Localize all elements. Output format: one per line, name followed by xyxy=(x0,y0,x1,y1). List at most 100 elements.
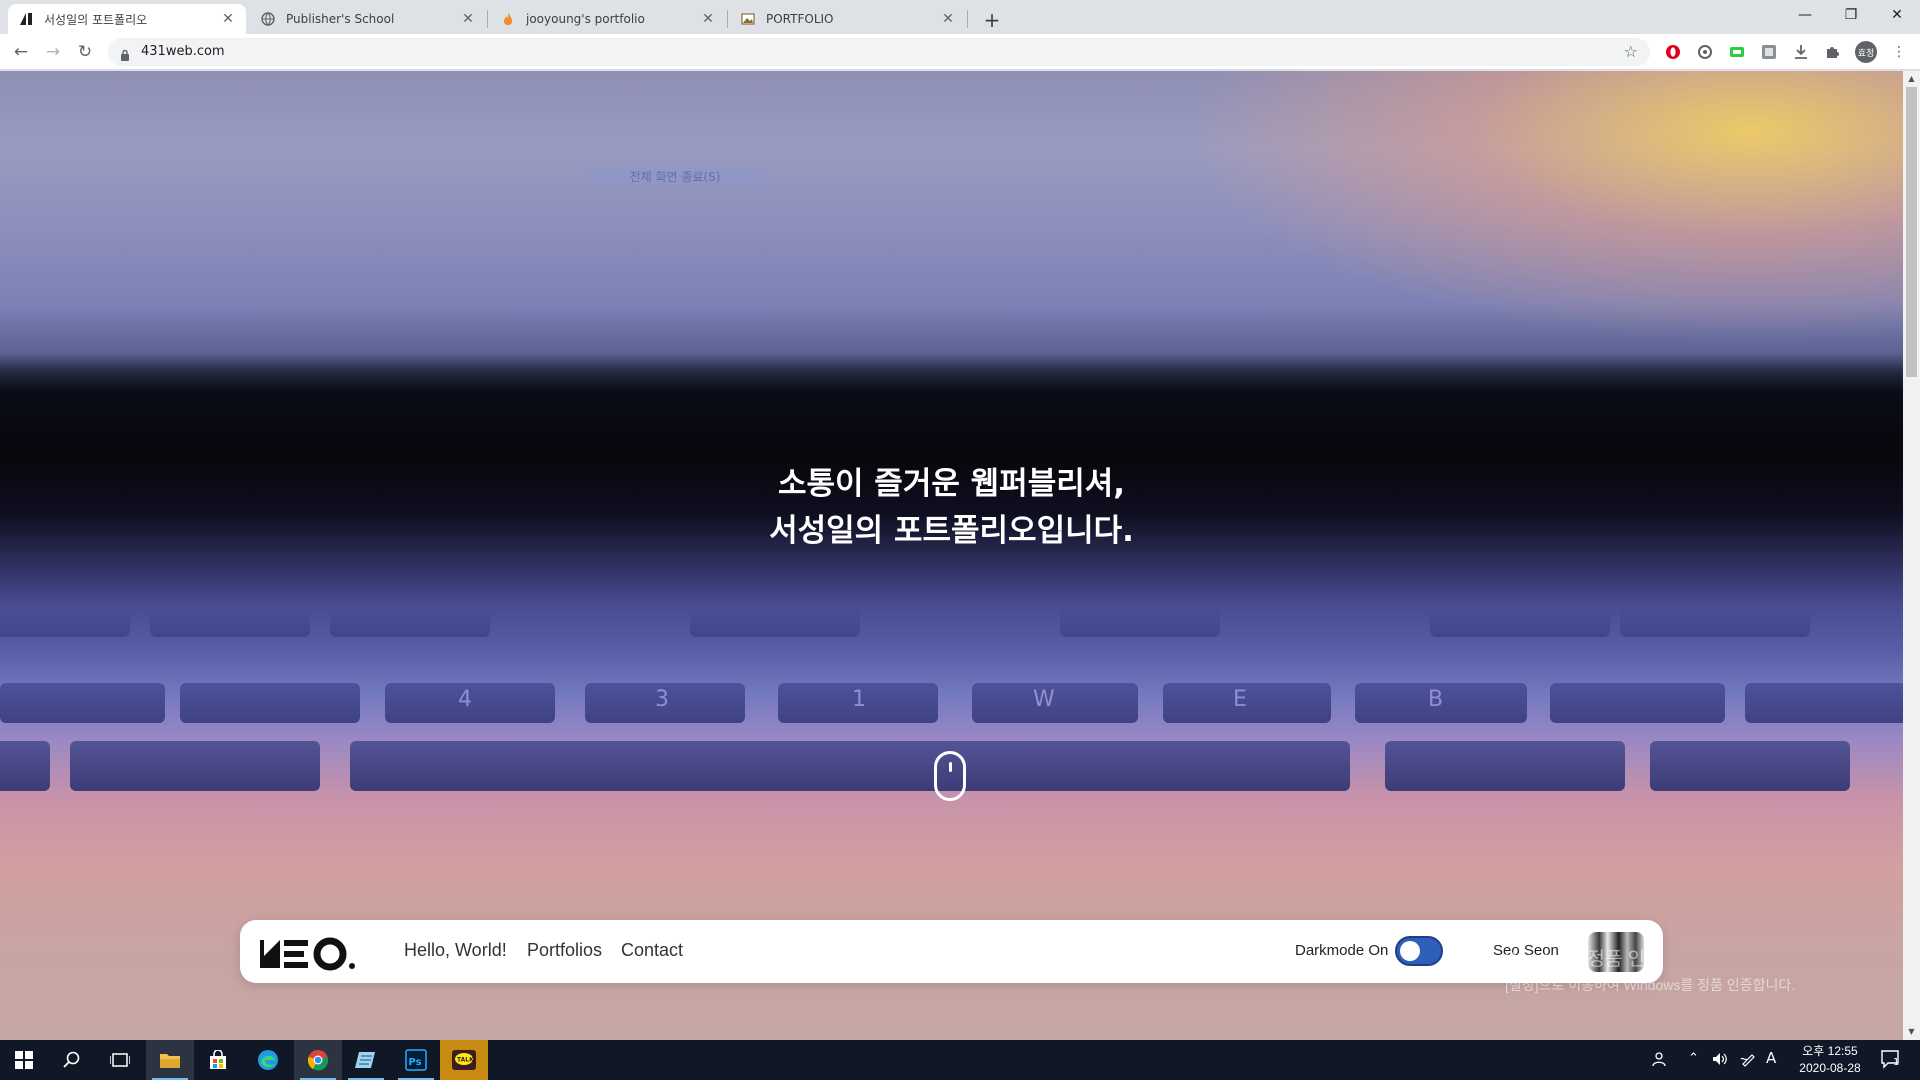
start-icon[interactable] xyxy=(0,1040,48,1080)
screenshot-extension-icon[interactable] xyxy=(1759,42,1779,62)
close-window-button[interactable]: ✕ xyxy=(1874,0,1920,30)
fullscreen-exit-hint: 전체 화면 종료(S) xyxy=(585,167,765,187)
people-icon[interactable] xyxy=(1652,1051,1668,1071)
address-bar[interactable]: 431web.com ☆ xyxy=(108,38,1650,66)
store-icon[interactable] xyxy=(194,1040,242,1080)
download-icon[interactable] xyxy=(1791,42,1811,62)
keyboard-key xyxy=(1650,741,1850,791)
search-icon[interactable] xyxy=(48,1040,96,1080)
keyboard-key xyxy=(0,609,130,637)
hero-headline: 소통이 즐거운 웹퍼블리셔, 서성일의 포트폴리오입니다. xyxy=(0,461,1903,555)
page-scrollbar[interactable]: ▲ ▼ xyxy=(1903,71,1920,1040)
forward-button[interactable]: → xyxy=(39,38,67,66)
clock[interactable]: 오후 12:55 2020-08-28 xyxy=(1785,1043,1875,1077)
file-explorer-icon[interactable] xyxy=(146,1040,194,1080)
opera-extension-icon[interactable] xyxy=(1663,42,1683,62)
restore-button[interactable]: ❐ xyxy=(1828,0,1874,30)
globe-icon xyxy=(260,11,276,27)
url-text: 431web.com xyxy=(141,44,225,59)
nav-link-contact[interactable]: Contact xyxy=(621,940,683,961)
lock-icon xyxy=(120,46,130,61)
flame-icon xyxy=(500,11,516,27)
svg-text:TALK: TALK xyxy=(457,1057,474,1064)
tab-title: Publisher's School xyxy=(286,12,395,26)
profile-avatar[interactable]: 효정 xyxy=(1855,41,1877,63)
close-icon[interactable]: ✕ xyxy=(940,11,956,27)
nav-link-portfolios[interactable]: Portfolios xyxy=(527,940,602,961)
keyboard-key xyxy=(330,609,490,637)
keyboard-key xyxy=(1385,741,1625,791)
watermark-title: Windows 정품 인증 xyxy=(1505,949,1663,970)
key-label: E xyxy=(1233,687,1247,712)
keyboard-key xyxy=(180,683,360,723)
tab-title: 서성일의 포트폴리오 xyxy=(44,12,148,27)
browser-toolbar: ← → ↻ 431web.com ☆ xyxy=(0,34,1920,70)
keyboard-key xyxy=(70,741,320,791)
chevron-up-icon[interactable]: ⌃ xyxy=(1688,1051,1699,1066)
darkmode-label: Darkmode On xyxy=(1295,942,1389,959)
key-label: 3 xyxy=(655,687,669,712)
seo-logo-icon[interactable] xyxy=(258,934,358,972)
extensions-puzzle-icon[interactable] xyxy=(1823,42,1843,62)
keyboard-key xyxy=(1620,609,1810,637)
tab-divider xyxy=(727,10,728,28)
notification-count-badge: 1 xyxy=(1893,1057,1900,1068)
nav-link-hello-world[interactable]: Hello, World! xyxy=(404,940,507,961)
tab-logo-icon xyxy=(18,11,34,27)
keyboard-key xyxy=(1060,609,1220,637)
tab-portfolio-seo[interactable]: 서성일의 포트폴리오 ✕ xyxy=(8,4,246,34)
close-icon[interactable]: ✕ xyxy=(460,11,476,27)
pen-ink-icon[interactable] xyxy=(1740,1051,1756,1071)
toggle-knob xyxy=(1400,941,1420,961)
edge-icon[interactable] xyxy=(244,1040,292,1080)
keyboard-key xyxy=(0,683,165,723)
input-language-indicator[interactable]: A xyxy=(1766,1049,1776,1067)
extension-puzzle-gear-icon[interactable] xyxy=(1695,42,1715,62)
tab-jooyoung-portfolio[interactable]: jooyoung's portfolio ✕ xyxy=(490,4,726,34)
keyboard-key xyxy=(0,741,50,791)
new-tab-button[interactable]: + xyxy=(978,6,1006,34)
kakaotalk-icon[interactable]: TALK xyxy=(440,1040,488,1080)
close-icon[interactable]: ✕ xyxy=(700,11,716,27)
svg-text:Ps: Ps xyxy=(409,1057,422,1068)
scroll-mouse-icon[interactable] xyxy=(934,751,966,801)
windows-taskbar: Ps TALK ⌃ A 오후 12:55 2020-08-28 1 xyxy=(0,1040,1920,1080)
scroll-down-arrow-icon[interactable]: ▼ xyxy=(1903,1024,1920,1040)
mouse-wheel xyxy=(949,762,952,772)
menu-kebab-icon[interactable]: ⋮ xyxy=(1889,42,1909,62)
windows-activation-watermark: Windows 정품 인증 [설정]으로 이동하여 Windows를 정품 인증… xyxy=(1505,944,1795,995)
scroll-up-arrow-icon[interactable]: ▲ xyxy=(1903,71,1920,87)
tab-divider xyxy=(487,10,488,28)
volume-icon[interactable] xyxy=(1712,1051,1728,1071)
page-hero-background: 전체 화면 종료(S) 4 3 1 W E B 소통이 즐거운 웹퍼블리셔, 서… xyxy=(0,71,1903,1040)
clock-time: 오후 12:55 xyxy=(1802,1044,1858,1058)
keyboard-key xyxy=(1430,609,1610,637)
key-label: B xyxy=(1428,687,1444,712)
keyboard-spacebar xyxy=(350,741,1350,791)
chrome-icon[interactable] xyxy=(294,1040,342,1080)
reload-button[interactable]: ↻ xyxy=(71,38,99,66)
photoshop-icon[interactable]: Ps xyxy=(392,1040,440,1080)
watermark-subtitle: [설정]으로 이동하여 Windows를 정품 인증합니다. xyxy=(1505,977,1796,993)
site-nav-bar: Hello, World! Portfolios Contact Darkmod… xyxy=(240,920,1663,983)
scrollbar-thumb[interactable] xyxy=(1906,87,1917,377)
keyboard-key-w xyxy=(972,683,1138,723)
darkmode-toggle[interactable] xyxy=(1395,936,1443,966)
notepad-icon[interactable] xyxy=(342,1040,390,1080)
clock-date: 2020-08-28 xyxy=(1799,1061,1861,1075)
tab-publishers-school[interactable]: Publisher's School ✕ xyxy=(250,4,486,34)
close-icon[interactable]: ✕ xyxy=(220,11,236,27)
task-view-icon[interactable] xyxy=(96,1040,144,1080)
tab-title: PORTFOLIO xyxy=(766,12,834,26)
tab-portfolio[interactable]: PORTFOLIO ✕ xyxy=(730,4,966,34)
tab-divider xyxy=(967,10,968,28)
key-label: 4 xyxy=(458,687,472,712)
keyboard-key xyxy=(690,609,860,637)
back-button[interactable]: ← xyxy=(7,38,35,66)
key-label: 1 xyxy=(852,687,866,712)
minimize-button[interactable]: — xyxy=(1782,0,1828,30)
bookmark-star-icon[interactable]: ☆ xyxy=(1624,42,1638,61)
browser-tab-strip: 서성일의 포트폴리오 ✕ Publisher's School ✕ jooyou… xyxy=(0,0,1920,34)
keyboard-key xyxy=(1550,683,1725,723)
green-extension-icon[interactable] xyxy=(1727,42,1747,62)
